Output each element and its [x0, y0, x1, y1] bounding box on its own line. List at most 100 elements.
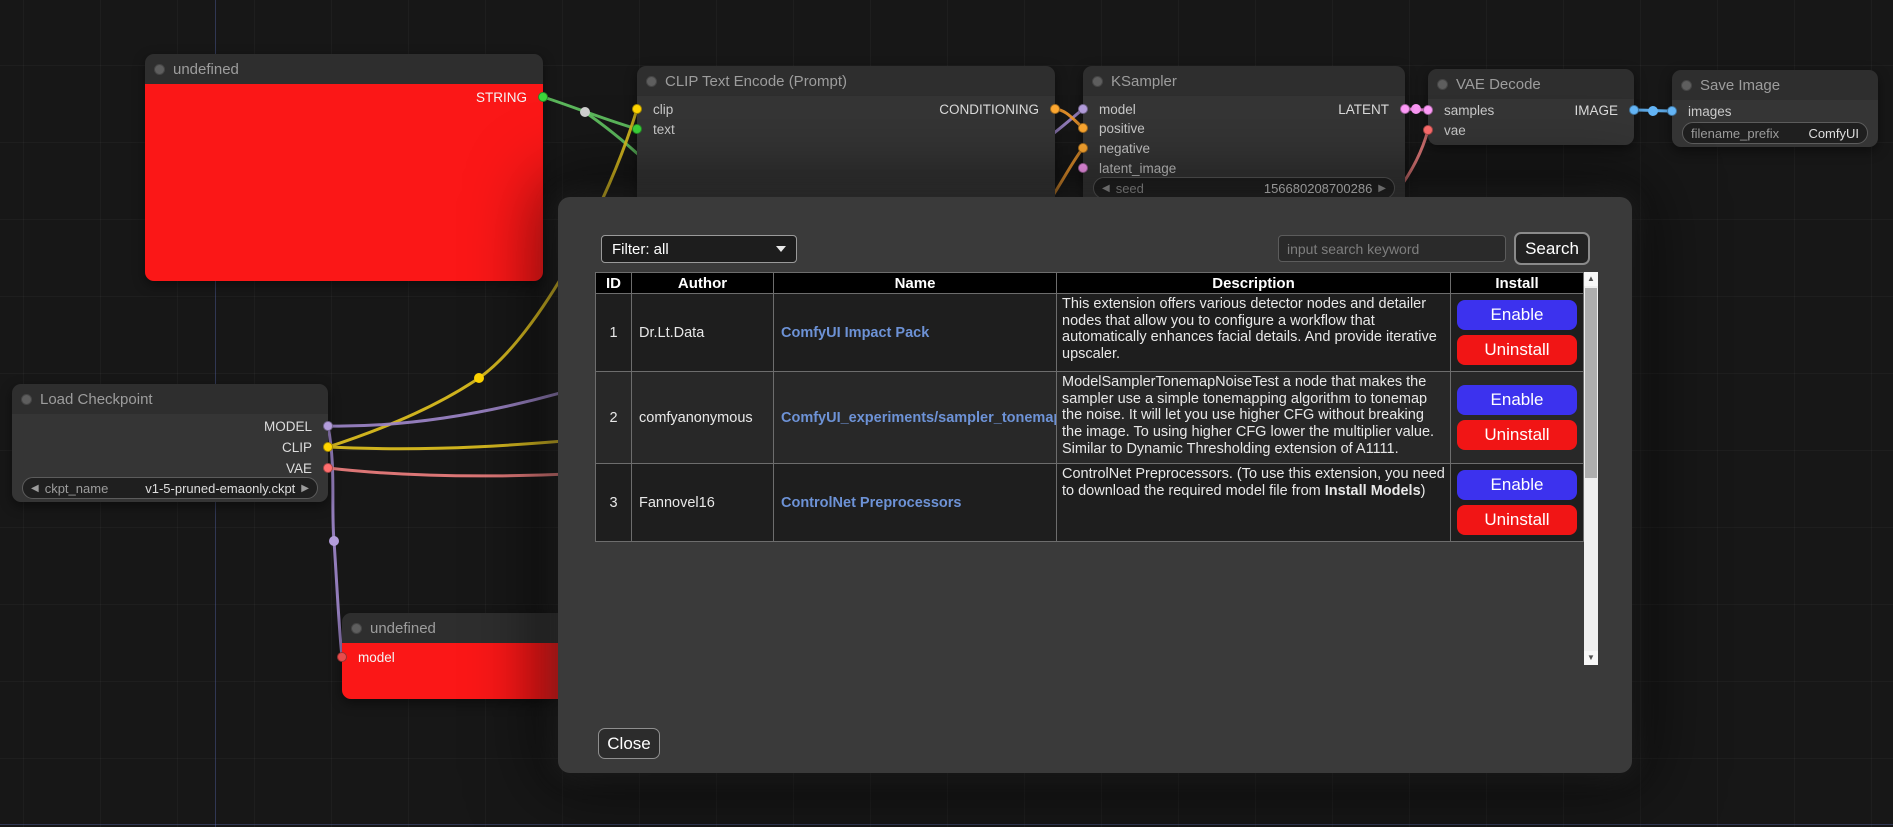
input-slot-positive[interactable]: positive — [1083, 119, 1405, 137]
cell-description: ControlNet Preprocessors. (To use this e… — [1057, 464, 1451, 542]
uninstall-button[interactable]: Uninstall — [1457, 420, 1577, 450]
output-port-icon[interactable] — [323, 421, 333, 431]
node-title-bar[interactable]: Load Checkpoint — [12, 384, 328, 414]
enable-button[interactable]: Enable — [1457, 300, 1577, 330]
input-port-icon[interactable] — [1078, 123, 1088, 133]
ckpt-name-widget[interactable]: ◀ ckpt_name v1-5-pruned-emaonly.ckpt ▶ — [22, 477, 318, 499]
decrement-arrow-icon[interactable]: ◀ — [1102, 183, 1110, 194]
dropdown-caret-icon — [776, 246, 786, 252]
input-slot-latent-image[interactable]: latent_image — [1083, 159, 1405, 177]
filter-select[interactable]: Filter: all — [601, 235, 797, 263]
output-slot-image[interactable]: IMAGE — [1428, 101, 1634, 119]
node-title-bar[interactable]: CLIP Text Encode (Prompt) — [637, 66, 1055, 96]
extensions-table-container: IDAuthorNameDescriptionInstall 1Dr.Lt.Da… — [595, 272, 1597, 665]
node-save-image[interactable]: Save Image images filename_prefix ComfyU… — [1672, 70, 1878, 147]
input-slot-vae[interactable]: vae — [1428, 121, 1634, 139]
node-collapse-icon[interactable] — [1681, 80, 1692, 91]
table-scrollbar[interactable]: ▲ ▼ — [1584, 272, 1598, 665]
output-slot-string[interactable]: STRING — [145, 88, 543, 106]
input-slot-images[interactable]: images — [1672, 102, 1878, 120]
reroute-dot[interactable] — [1411, 104, 1421, 114]
reroute-dot[interactable] — [329, 536, 339, 546]
input-slot-text[interactable]: text — [637, 120, 1055, 138]
uninstall-button[interactable]: Uninstall — [1457, 505, 1577, 535]
input-slot-negative[interactable]: negative — [1083, 139, 1405, 157]
widget-label: filename_prefix — [1691, 126, 1779, 141]
extension-name-link[interactable]: ComfyUI Impact Pack — [781, 325, 929, 341]
slot-label: images — [1688, 104, 1732, 119]
seed-widget[interactable]: ◀ seed 156680208700286 ▶ — [1093, 177, 1395, 199]
scroll-down-icon[interactable]: ▼ — [1584, 651, 1598, 665]
cell-description: This extension offers various detector n… — [1057, 294, 1451, 372]
node-title-bar[interactable]: undefined — [145, 54, 543, 84]
cell-id: 2 — [596, 372, 632, 464]
increment-arrow-icon[interactable]: ▶ — [1378, 183, 1386, 194]
filter-select-value: Filter: all — [612, 241, 669, 258]
increment-arrow-icon[interactable]: ▶ — [301, 483, 309, 494]
column-header: ID — [596, 273, 632, 294]
slot-label: CONDITIONING — [939, 102, 1039, 117]
output-slot-conditioning[interactable]: CONDITIONING — [637, 100, 1055, 118]
cell-id: 1 — [596, 294, 632, 372]
node-graph-canvas[interactable]: undefined STRING CLIP Text Encode (Promp… — [0, 0, 1893, 827]
output-slot-latent[interactable]: LATENT — [1083, 100, 1405, 118]
output-port-icon[interactable] — [1050, 104, 1060, 114]
cell-name: ControlNet Preprocessors — [774, 464, 1057, 542]
output-port-icon[interactable] — [323, 463, 333, 473]
slot-label: LATENT — [1338, 102, 1389, 117]
node-title-bar[interactable]: KSampler — [1083, 66, 1405, 96]
output-port-icon[interactable] — [323, 442, 333, 452]
node-collapse-icon[interactable] — [21, 394, 32, 405]
extension-name-link[interactable]: ComfyUI_experiments/sampler_tonemap — [781, 410, 1057, 426]
node-undefined-top[interactable]: undefined STRING — [145, 54, 543, 281]
slot-label: latent_image — [1099, 161, 1176, 176]
reroute-dot[interactable] — [474, 373, 484, 383]
slot-label: STRING — [476, 90, 527, 105]
cell-name: ComfyUI Impact Pack — [774, 294, 1057, 372]
extension-name-link[interactable]: ControlNet Preprocessors — [781, 495, 962, 511]
node-load-checkpoint[interactable]: Load Checkpoint MODEL CLIP VAE ◀ ckpt_na… — [12, 384, 328, 502]
node-title-bar[interactable]: Save Image — [1672, 70, 1878, 100]
enable-button[interactable]: Enable — [1457, 385, 1577, 415]
output-slot-vae[interactable]: VAE — [12, 459, 328, 477]
node-title-bar[interactable]: VAE Decode — [1428, 69, 1634, 99]
output-port-icon[interactable] — [1629, 105, 1639, 115]
input-port-icon[interactable] — [1423, 125, 1433, 135]
search-input[interactable] — [1278, 235, 1506, 262]
scrollbar-thumb[interactable] — [1585, 288, 1597, 478]
cell-install: Enable Uninstall — [1451, 294, 1584, 372]
input-port-icon[interactable] — [1078, 143, 1088, 153]
node-collapse-icon[interactable] — [1437, 79, 1448, 90]
input-port-icon[interactable] — [1078, 163, 1088, 173]
scroll-up-icon[interactable]: ▲ — [1584, 272, 1598, 286]
cell-install: Enable Uninstall — [1451, 372, 1584, 464]
extension-row: 3Fannovel16ControlNet PreprocessorsContr… — [596, 464, 1584, 542]
reroute-dot[interactable] — [580, 107, 590, 117]
column-header: Description — [1057, 273, 1451, 294]
column-header: Install — [1451, 273, 1584, 294]
node-collapse-icon[interactable] — [1092, 76, 1103, 87]
wire-string-to-text — [543, 97, 637, 129]
slot-label: VAE — [286, 461, 312, 476]
input-port-icon[interactable] — [337, 652, 347, 662]
node-collapse-icon[interactable] — [154, 64, 165, 75]
enable-button[interactable]: Enable — [1457, 470, 1577, 500]
node-collapse-icon[interactable] — [646, 76, 657, 87]
output-port-icon[interactable] — [538, 92, 548, 102]
decrement-arrow-icon[interactable]: ◀ — [31, 483, 39, 494]
filename-prefix-widget[interactable]: filename_prefix ComfyUI — [1682, 122, 1868, 144]
close-button[interactable]: Close — [598, 728, 660, 759]
uninstall-button[interactable]: Uninstall — [1457, 335, 1577, 365]
node-vae-decode[interactable]: VAE Decode samples vae IMAGE — [1428, 69, 1634, 145]
output-port-icon[interactable] — [1400, 104, 1410, 114]
output-slot-clip[interactable]: CLIP — [12, 438, 328, 456]
node-title: undefined — [173, 61, 239, 78]
input-port-icon[interactable] — [1667, 106, 1677, 116]
cell-author: Fannovel16 — [632, 464, 774, 542]
reroute-dot[interactable] — [1648, 106, 1658, 116]
node-title: Save Image — [1700, 77, 1780, 94]
search-button[interactable]: Search — [1514, 232, 1590, 265]
node-collapse-icon[interactable] — [351, 623, 362, 634]
input-port-icon[interactable] — [632, 124, 642, 134]
output-slot-model[interactable]: MODEL — [12, 417, 328, 435]
